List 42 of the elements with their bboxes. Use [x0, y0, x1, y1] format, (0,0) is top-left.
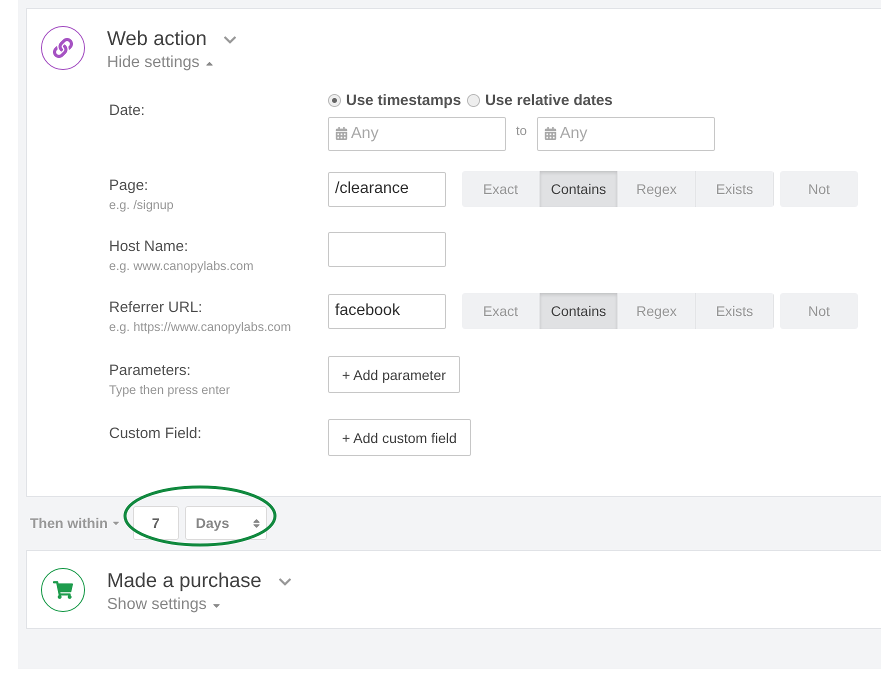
unit-select[interactable]: Days: [184, 506, 267, 540]
match-mode-button[interactable]: Regex: [618, 293, 696, 329]
text-field[interactable]: [328, 232, 446, 267]
match-mode-button[interactable]: Regex: [618, 171, 696, 207]
date-field[interactable]: Any: [536, 117, 715, 151]
field-hint: Type then press enter: [109, 383, 231, 397]
field-hint: e.g. https://www.canopylabs.com: [109, 320, 292, 334]
field-hint: e.g. /signup: [109, 198, 175, 212]
field-label: Host Name:: [109, 238, 190, 255]
field-label: Date:: [109, 102, 146, 119]
range-separator: to: [516, 123, 527, 138]
settings-toggle[interactable]: Hide settings: [107, 54, 237, 72]
field-label: Page:: [109, 177, 150, 194]
radio-label: Use relative dates: [485, 92, 613, 109]
not-button[interactable]: Not: [780, 293, 858, 329]
radio-button[interactable]: [328, 94, 341, 107]
field-hint: e.g. www.canopylabs.com: [109, 259, 255, 273]
not-button[interactable]: Not: [780, 171, 858, 207]
match-mode-button[interactable]: Contains: [540, 293, 618, 329]
match-mode-button[interactable]: Exact: [462, 171, 540, 207]
calendar-icon: [544, 127, 557, 140]
field-label: Custom Field:: [109, 425, 203, 442]
add-button[interactable]: + Add parameter: [328, 356, 460, 393]
radio-label: Use timestamps: [346, 92, 462, 109]
text-field[interactable]: /clearance: [328, 172, 446, 206]
add-button[interactable]: + Add custom field: [328, 419, 471, 456]
date-field[interactable]: Any: [328, 117, 506, 151]
calendar-icon: [335, 127, 348, 140]
delay-label[interactable]: Then within: [30, 515, 121, 531]
match-mode-button[interactable]: Exists: [696, 171, 774, 207]
number-field[interactable]: 7: [132, 506, 179, 540]
settings-toggle[interactable]: Show settings: [107, 596, 292, 614]
radio-button[interactable]: [467, 94, 480, 107]
match-mode-button[interactable]: Exact: [462, 293, 540, 329]
match-mode-button[interactable]: Contains: [540, 171, 618, 207]
step-title: Web action: [107, 28, 207, 51]
text-field[interactable]: facebook: [328, 294, 446, 328]
field-label: Referrer URL:: [109, 299, 204, 316]
field-label: Parameters:: [109, 362, 192, 379]
sort-icon: [250, 518, 262, 528]
match-mode-button[interactable]: Exists: [696, 293, 774, 329]
step-title: Made a purchase: [107, 570, 262, 593]
